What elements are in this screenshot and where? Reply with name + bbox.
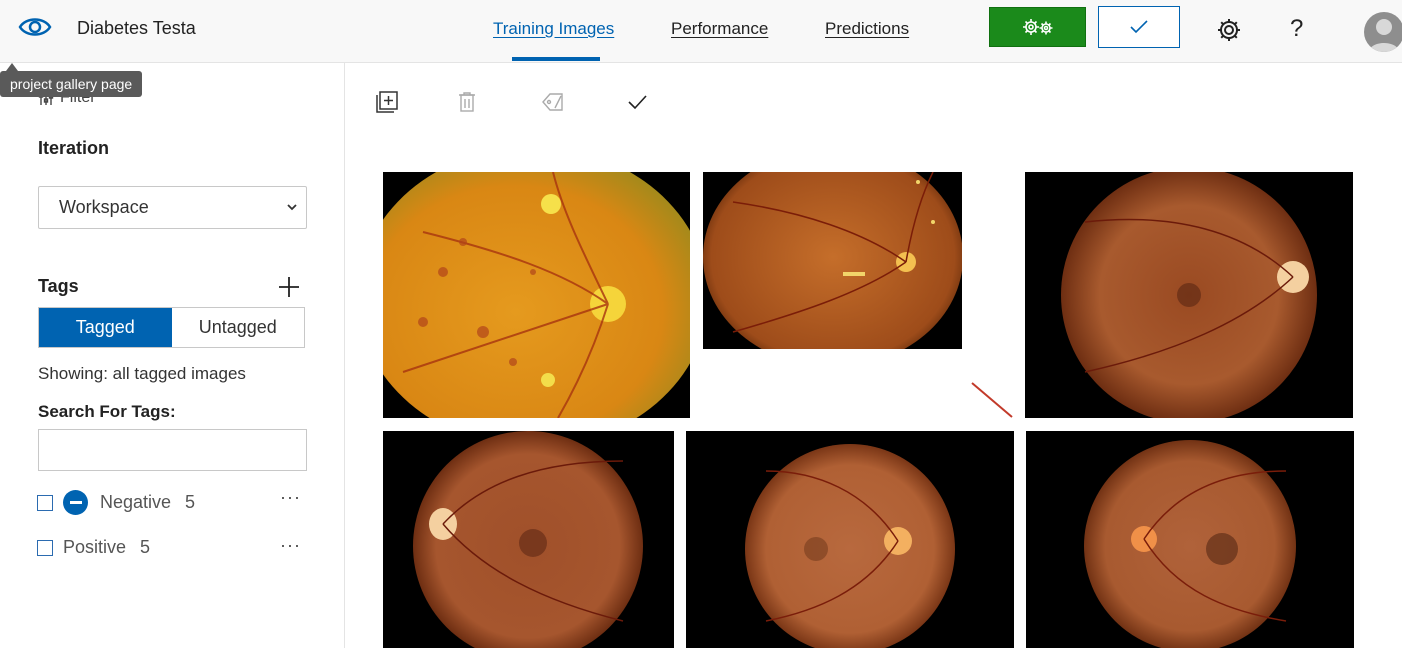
search-tags-input[interactable] <box>38 429 307 471</box>
tooltip-arrow <box>6 63 18 71</box>
iteration-label: Iteration <box>38 138 110 158</box>
tag-filter-toggle: Tagged Untagged <box>38 307 305 348</box>
add-images-icon[interactable] <box>376 91 398 113</box>
eye-icon[interactable] <box>18 14 52 40</box>
help-icon[interactable]: ? <box>1290 15 1303 43</box>
delete-icon[interactable] <box>456 91 478 113</box>
tag-icon[interactable] <box>541 91 565 113</box>
tag-count: 5 <box>140 537 151 557</box>
tag-row-positive: Positive 5 <box>37 537 150 558</box>
fundus-image-3[interactable] <box>1025 172 1353 418</box>
tab-predictions[interactable]: Predictions <box>825 19 909 39</box>
showing-text: Showing: all tagged images <box>38 364 246 383</box>
fundus-image-6[interactable] <box>1026 431 1354 648</box>
tagged-tab[interactable]: Tagged <box>39 308 172 347</box>
train-button[interactable] <box>989 7 1086 47</box>
tag-row-negative: Negative 5 <box>37 490 195 515</box>
select-check-icon[interactable] <box>626 91 648 113</box>
search-tags-label: Search For Tags: <box>38 402 176 421</box>
tag-checkbox-positive[interactable] <box>37 539 53 556</box>
untagged-tab[interactable]: Untagged <box>171 308 304 347</box>
fundus-image-4[interactable] <box>383 431 674 648</box>
gears-icon <box>1022 19 1052 35</box>
gear-icon[interactable] <box>1216 17 1242 43</box>
image-gallery <box>345 63 1402 648</box>
quick-test-button[interactable] <box>1098 6 1180 48</box>
checkmark-icon <box>1130 20 1148 34</box>
active-tab-indicator <box>512 57 600 61</box>
tags-label: Tags <box>38 276 79 296</box>
remove-tag-icon[interactable] <box>63 490 88 515</box>
chevron-down-icon <box>287 204 297 211</box>
decorative-line <box>971 382 1013 418</box>
tag-name: Negative <box>100 492 172 512</box>
tag-more-button[interactable]: ··· <box>280 487 301 508</box>
top-bar: Diabetes Testa Training Images Performan… <box>0 0 1402 63</box>
sidebar: Filter Iteration Workspace Tags Tagged U… <box>0 63 345 648</box>
tab-training-images[interactable]: Training Images <box>493 19 614 39</box>
iteration-value: Workspace <box>59 197 149 217</box>
fundus-image-5[interactable] <box>686 431 1014 648</box>
iteration-select[interactable]: Workspace <box>38 186 307 229</box>
tag-checkbox-negative[interactable] <box>37 494 53 511</box>
tag-more-button[interactable]: ··· <box>280 535 301 556</box>
user-avatar-icon[interactable] <box>1364 12 1402 52</box>
fundus-image-1[interactable] <box>383 172 690 418</box>
app-title: Diabetes Testa <box>77 18 196 38</box>
tab-performance[interactable]: Performance <box>671 19 768 39</box>
tag-count: 5 <box>185 492 196 512</box>
add-tag-icon[interactable] <box>278 276 300 298</box>
tag-name: Positive <box>63 537 127 557</box>
fundus-image-2[interactable] <box>703 172 962 349</box>
tooltip: project gallery page <box>0 71 143 97</box>
